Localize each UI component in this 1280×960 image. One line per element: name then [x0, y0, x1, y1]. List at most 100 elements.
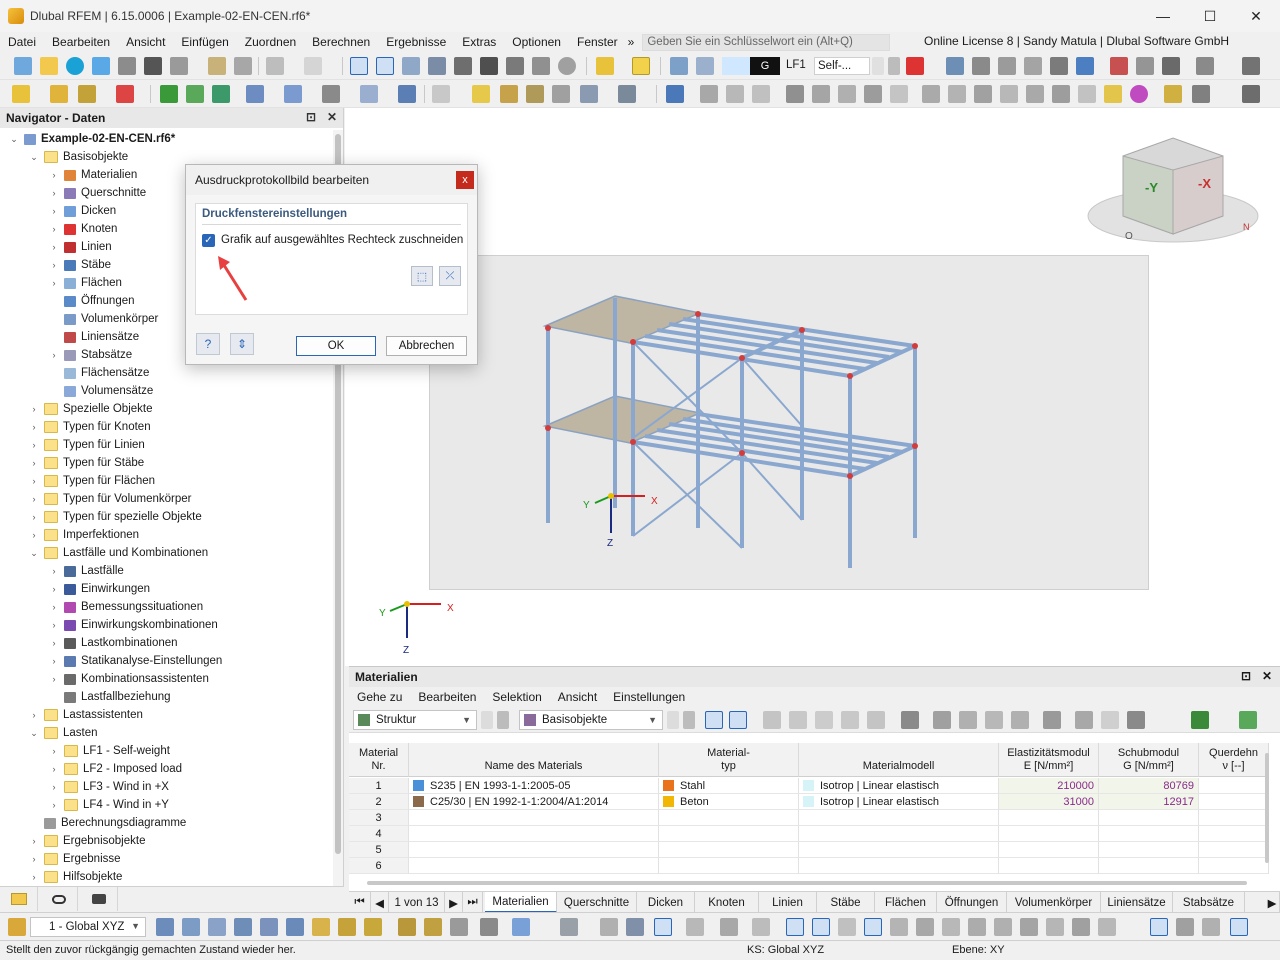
view-cube[interactable] — [1087, 137, 1259, 243]
chevron-right-icon[interactable]: › — [28, 458, 40, 468]
circle-icon[interactable] — [994, 918, 1012, 936]
tree-item[interactable]: › Kombinationsassistenten — [48, 670, 209, 688]
shift-left-icon[interactable] — [985, 711, 1003, 729]
work-icon[interactable] — [626, 918, 644, 936]
view-tab-icon[interactable] — [40, 887, 78, 911]
light-icon[interactable] — [1104, 85, 1122, 103]
mirror-icon[interactable] — [246, 85, 264, 103]
solid-view-icon[interactable] — [1076, 57, 1094, 75]
tree-item[interactable]: › Typen für Knoten — [28, 418, 151, 436]
snap-line-icon[interactable] — [208, 918, 226, 936]
tab-table-4[interactable]: Linien — [759, 892, 817, 913]
xyz-axis-icon[interactable] — [1110, 57, 1128, 75]
chevron-right-icon[interactable]: › — [48, 638, 60, 648]
tab-materials[interactable]: Materialien — [485, 892, 557, 913]
guide-6-icon[interactable] — [450, 918, 468, 936]
chevron-right-icon[interactable]: › — [48, 674, 60, 684]
table-cell[interactable]: 3 — [349, 810, 409, 826]
line-tool-3-icon[interactable] — [974, 85, 992, 103]
table-cell[interactable]: 31000 — [999, 794, 1099, 810]
chevron-right-icon[interactable]: › — [28, 404, 40, 414]
tree-item[interactable]: › Lastassistenten — [28, 706, 143, 724]
corner-icon[interactable] — [890, 918, 908, 936]
table-cell[interactable] — [999, 842, 1099, 858]
box-icon[interactable] — [398, 85, 416, 103]
tree-item[interactable]: › Dicken — [48, 202, 117, 220]
guide-3-icon[interactable] — [364, 918, 382, 936]
graphic-edit-icon[interactable] — [596, 57, 614, 75]
chevron-down-icon[interactable]: ⌄ — [8, 134, 20, 145]
ok-button[interactable]: OK — [296, 336, 376, 356]
table-cell[interactable] — [1199, 810, 1269, 826]
reset-rectangle-icon[interactable]: ⤫ — [439, 266, 461, 286]
navigator-toggle-icon[interactable] — [350, 57, 368, 75]
menu-gehe-zu[interactable]: Gehe zu — [349, 690, 410, 704]
marker-icon[interactable] — [1130, 85, 1148, 103]
tree-item[interactable]: ⌄ Lasten — [28, 724, 98, 742]
structure-select[interactable]: Struktur ▼ — [353, 710, 477, 730]
osnap-icon[interactable] — [786, 918, 804, 936]
truss-icon[interactable] — [526, 85, 544, 103]
tree-item[interactable]: › Ergebnisse — [28, 850, 121, 868]
cut-icon[interactable] — [864, 85, 882, 103]
table-cell[interactable] — [799, 858, 999, 874]
table-cell[interactable]: S235 | EN 1993-1-1:2005-05 — [409, 778, 659, 794]
grid-icon[interactable] — [1196, 57, 1214, 75]
layers-icon[interactable] — [506, 57, 524, 75]
excel-icon[interactable] — [1191, 711, 1209, 729]
table-cell[interactable] — [659, 826, 799, 842]
snap-solid-icon[interactable] — [286, 918, 304, 936]
table-cell[interactable] — [999, 810, 1099, 826]
pin-icon[interactable]: ⊡ — [306, 110, 316, 124]
guide-1-icon[interactable] — [312, 918, 330, 936]
chevron-right-icon[interactable]: › — [48, 800, 60, 810]
menu-datei[interactable]: Datei — [0, 35, 44, 49]
snap-icon[interactable] — [472, 85, 490, 103]
select-line-icon[interactable] — [50, 85, 68, 103]
ellipse-icon[interactable] — [1020, 918, 1038, 936]
line-tool-2-icon[interactable] — [948, 85, 966, 103]
spline-icon[interactable] — [1098, 918, 1116, 936]
table-cell[interactable] — [409, 810, 659, 826]
divide-icon[interactable] — [322, 85, 340, 103]
tree-item[interactable]: › Typen für Linien — [28, 436, 145, 454]
table-tool-2-icon[interactable] — [789, 711, 807, 729]
menu-zuordnen[interactable]: Zuordnen — [237, 35, 304, 49]
table-cell[interactable]: Isotrop | Linear elastisch — [799, 794, 999, 810]
column-header[interactable]: Name des Materials — [409, 743, 659, 777]
next-structure-icon[interactable] — [497, 711, 509, 729]
table-cell[interactable] — [1099, 842, 1199, 858]
tree-item[interactable]: › LF2 - Imposed load — [48, 760, 182, 778]
highlight-icon[interactable] — [1164, 85, 1182, 103]
table-cell[interactable] — [1199, 842, 1269, 858]
tree-item[interactable]: › Typen für Volumenkörper — [28, 490, 192, 508]
save-as-icon[interactable] — [170, 57, 188, 75]
tab-table-10[interactable]: Stabsätze — [1173, 892, 1245, 913]
tabs-scroll-right-icon[interactable]: ▶ — [1265, 892, 1280, 913]
undo-icon[interactable] — [266, 57, 284, 75]
select-polygon-icon[interactable] — [116, 85, 134, 103]
tree-item[interactable]: Öffnungen — [48, 292, 135, 310]
table-tool-3-icon[interactable] — [815, 711, 833, 729]
tree-item[interactable]: › Ergebnisobjekte — [28, 832, 145, 850]
settings-icon[interactable] — [1242, 57, 1260, 75]
tree-item[interactable]: › Hilfsobjekte — [28, 868, 122, 886]
select-icon[interactable] — [12, 85, 30, 103]
grid-display-icon[interactable] — [1150, 918, 1168, 936]
formula-icon[interactable] — [1127, 711, 1145, 729]
chevron-right-icon[interactable]: › — [48, 602, 60, 612]
column-header[interactable]: Querdehn ν [--] — [1199, 743, 1269, 777]
tab-table-5[interactable]: Stäbe — [817, 892, 875, 913]
printout-icon[interactable] — [234, 57, 252, 75]
tree-item[interactable]: Volumensätze — [48, 382, 153, 400]
previous-page-icon[interactable]: ◀ — [371, 892, 389, 913]
table-cell[interactable] — [799, 810, 999, 826]
parallel-icon[interactable] — [968, 918, 986, 936]
menu-optionen[interactable]: Optionen — [504, 35, 569, 49]
help-icon[interactable]: ? — [196, 333, 220, 355]
snap-surface-icon[interactable] — [260, 918, 278, 936]
tree-item[interactable]: › Knoten — [48, 220, 118, 238]
snap-member-icon[interactable] — [234, 918, 252, 936]
tree-item[interactable]: › Flächen — [48, 274, 122, 292]
delete-row-icon[interactable] — [901, 711, 919, 729]
